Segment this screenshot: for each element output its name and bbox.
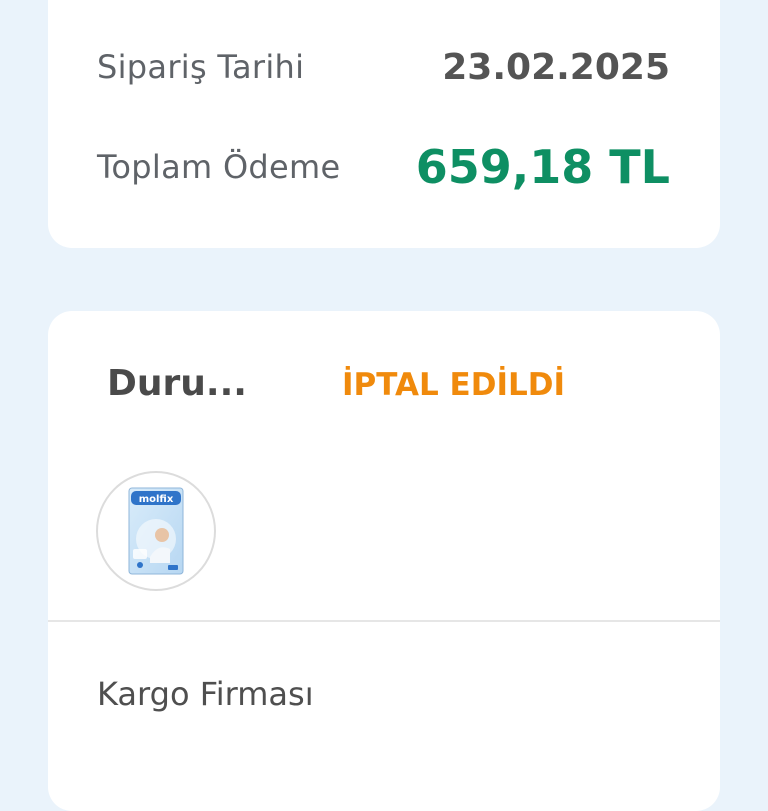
order-date-value: 23.02.2025 <box>442 46 670 88</box>
status-badge: İPTAL EDİLDİ <box>342 367 565 403</box>
divider <box>48 620 720 622</box>
product-thumbnail[interactable]: molfix <box>96 471 216 591</box>
total-payment-label: Toplam Ödeme <box>97 148 341 186</box>
product-brand-logo: molfix <box>139 494 174 505</box>
order-date-row: Sipariş Tarihi 23.02.2025 <box>97 42 670 92</box>
product-package-image: molfix <box>128 487 184 575</box>
order-summary-card: Sipariş Tarihi 23.02.2025 Toplam Ödeme 6… <box>48 0 720 248</box>
total-payment-row: Toplam Ödeme 659,18 TL <box>97 137 670 197</box>
cargo-company-label: Kargo Firması <box>97 675 314 713</box>
total-payment-value: 659,18 TL <box>415 140 670 194</box>
status-label: Duru... <box>107 363 247 404</box>
order-detail-card[interactable]: Duru... İPTAL EDİLDİ molfix Kargo Firmas… <box>48 311 720 811</box>
order-date-label: Sipariş Tarihi <box>97 48 305 86</box>
